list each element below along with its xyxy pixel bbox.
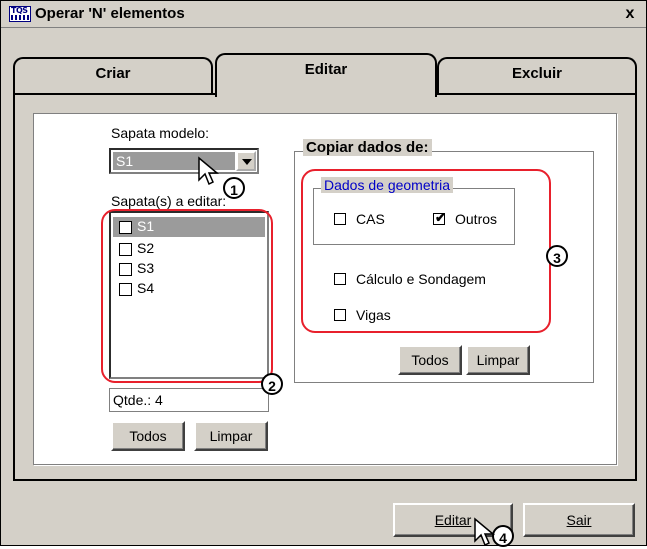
clear-button[interactable]: Limpar (194, 421, 268, 451)
list-item[interactable]: S1 (113, 217, 265, 237)
list-item-label: S2 (137, 240, 155, 256)
tab-criar[interactable]: Criar (13, 57, 213, 93)
app-icon-label: TQS (11, 6, 28, 15)
check-icon: ✔ (435, 210, 446, 225)
marker-1: 1 (223, 177, 245, 199)
app-icon: TQS (9, 6, 31, 22)
exit-button[interactable]: Sair (523, 503, 635, 537)
copy-select-all-button[interactable]: Todos (398, 345, 462, 375)
list-item-checkbox[interactable] (119, 221, 132, 234)
list-item-label: S1 (137, 218, 155, 234)
cursor-arrow-icon (198, 156, 220, 186)
list-item-label: S3 (137, 260, 155, 276)
list-item-checkbox[interactable] (119, 283, 132, 296)
vigas-label: Vigas (356, 307, 391, 323)
calc-label: Cálculo e Sondagem (356, 271, 486, 287)
copy-group-title: Copiar dados de: (303, 139, 432, 156)
footing-list[interactable]: S1 S2 S3 S4 (109, 211, 269, 379)
close-icon[interactable]: x (621, 5, 639, 22)
title-bar[interactable]: TQS Operar 'N' elementos x (1, 1, 646, 28)
dialog-window: TQS Operar 'N' elementos x Criar Excluir… (0, 0, 647, 547)
window-title: Operar 'N' elementos (35, 5, 185, 22)
tab-excluir[interactable]: Excluir (437, 57, 637, 93)
marker-3: 3 (546, 245, 568, 267)
list-item[interactable]: S4 (119, 279, 259, 299)
cursor-arrow-icon (474, 517, 496, 547)
count-field: Qtde.: 4 (109, 388, 269, 412)
cas-label: CAS (356, 211, 385, 227)
list-item-checkbox[interactable] (119, 243, 132, 256)
geometry-group-title: Dados de geometria (321, 177, 454, 193)
model-select[interactable]: S1 (109, 148, 259, 174)
list-item[interactable]: S3 (119, 259, 259, 279)
copy-clear-button[interactable]: Limpar (466, 345, 530, 375)
select-all-button[interactable]: Todos (111, 421, 185, 451)
list-item[interactable]: S2 (119, 239, 259, 259)
marker-2: 2 (261, 373, 283, 395)
list-item-label: S4 (137, 280, 155, 296)
model-label: Sapata modelo: (111, 125, 210, 141)
chevron-down-icon[interactable] (236, 151, 256, 171)
list-item-checkbox[interactable] (119, 263, 132, 276)
edit-list-label: Sapata(s) a editar: (111, 193, 227, 209)
outros-label: Outros (455, 211, 498, 227)
tab-editar[interactable]: Editar (215, 53, 437, 97)
